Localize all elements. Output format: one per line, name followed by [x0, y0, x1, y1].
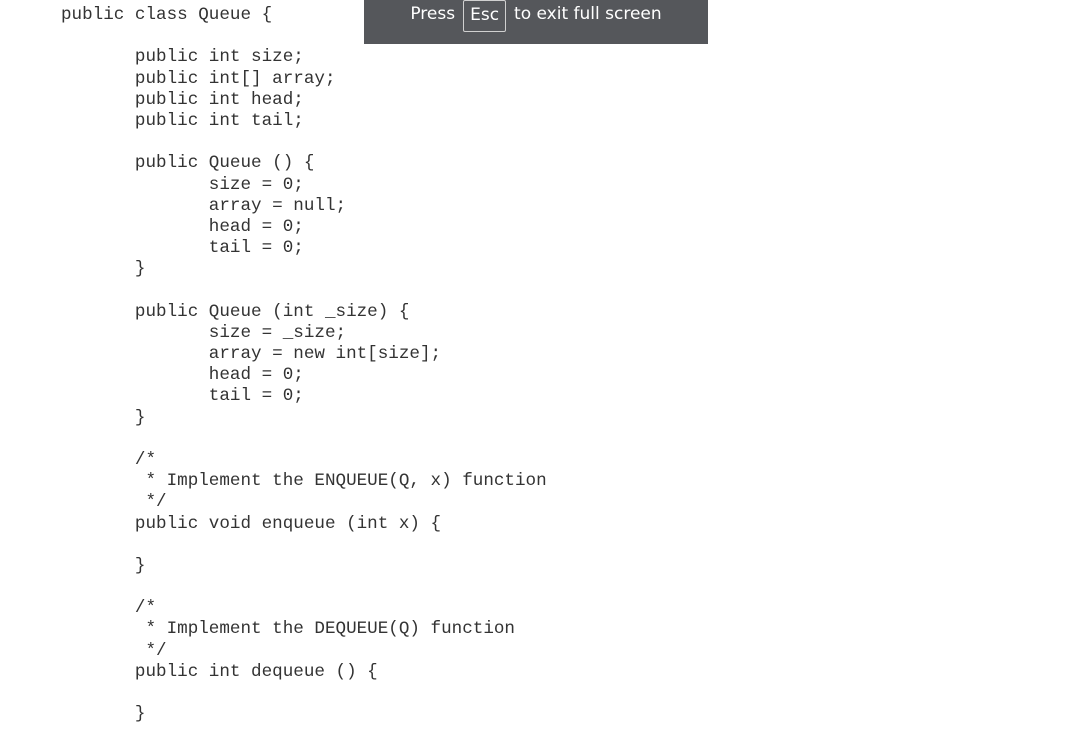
code-line: array = new int[size];	[61, 344, 442, 364]
code-line: public int dequeue () {	[61, 661, 378, 682]
code-line: size = 0;	[61, 174, 304, 195]
code-line: /*	[61, 449, 157, 470]
code-line: */	[61, 640, 167, 661]
code-block: public class Queue { public int size; pu…	[61, 5, 547, 725]
code-line: public Queue () {	[61, 153, 315, 174]
code-line: }	[61, 407, 146, 428]
code-line: }	[61, 555, 146, 576]
code-line: size = _size;	[61, 322, 347, 343]
code-line: public int[] array;	[61, 68, 336, 89]
fullscreen-notice-suffix: to exit full screen	[514, 4, 662, 24]
fullscreen-notice-prefix: Press	[410, 4, 456, 24]
code-line: /*	[61, 598, 157, 619]
code-line: }	[61, 704, 146, 725]
code-line: * Implement the ENQUEUE(Q, x) function	[61, 471, 547, 492]
code-line: head = 0;	[61, 365, 304, 386]
code-line: public int size;	[61, 47, 304, 68]
code-line: public Queue (int _size) {	[61, 301, 410, 322]
code-line: head = 0;	[61, 216, 304, 237]
code-line: public void enqueue (int x) {	[61, 513, 442, 534]
fullscreen-notice: Press Esc to exit full screen	[364, 0, 708, 44]
code-line: public int head;	[61, 89, 304, 110]
code-line: tail = 0;	[61, 238, 304, 259]
code-line: public int tail;	[61, 110, 304, 131]
esc-key-badge: Esc	[463, 0, 507, 32]
code-line: }	[61, 259, 146, 280]
code-line: array = null;	[61, 195, 347, 216]
code-line: * Implement the DEQUEUE(Q) function	[61, 619, 515, 640]
code-line: tail = 0;	[61, 386, 304, 407]
code-line: */	[61, 492, 167, 513]
